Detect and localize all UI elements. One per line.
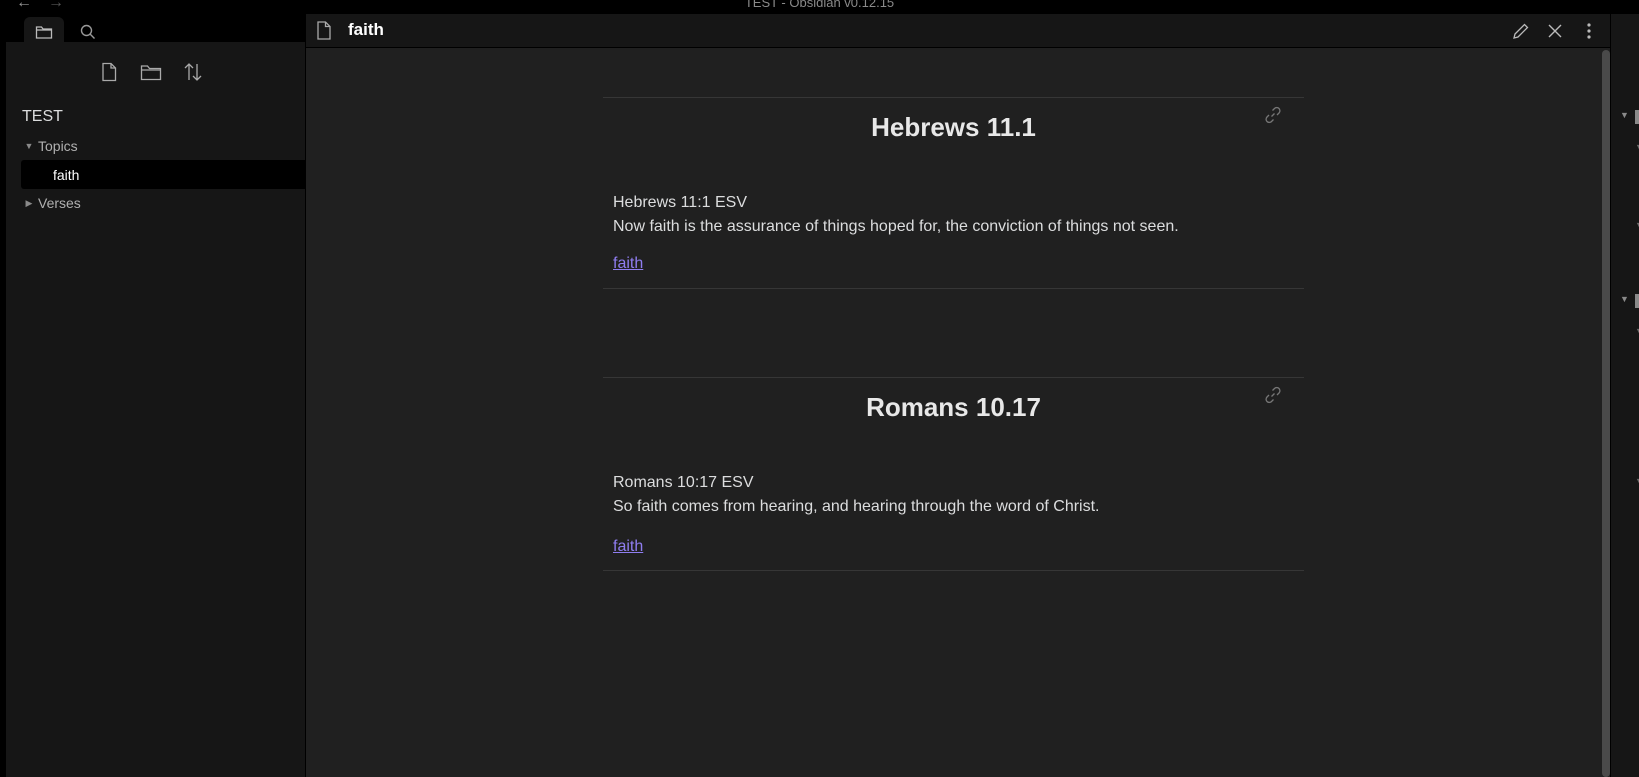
expand-triangle-icon[interactable]: ▶: [20, 198, 38, 209]
new-note-icon: [101, 62, 116, 82]
faith-link[interactable]: faith: [613, 255, 643, 273]
new-note-button[interactable]: [97, 60, 121, 84]
note-pane: faith Hebrews 11.1 Hebrews 11:1 ESV Now …: [306, 14, 1610, 777]
collapse-triangle-icon[interactable]: ▼: [1635, 142, 1639, 152]
pane-title[interactable]: faith: [348, 20, 384, 40]
close-button[interactable]: [1544, 20, 1566, 42]
folder-label: Verses: [38, 195, 81, 211]
embed-heading: Romans 10.17: [866, 392, 1041, 422]
search-icon: [80, 24, 95, 39]
vault-name[interactable]: TEST: [22, 108, 63, 126]
embedded-note: Hebrews 11.1 Hebrews 11:1 ESV Now faith …: [603, 97, 1304, 289]
verse-reference: Hebrews 11:1 ESV: [613, 194, 747, 211]
clipped-text-fragment: [1635, 110, 1639, 124]
folder-label: Topics: [38, 138, 78, 154]
collapse-triangle-icon[interactable]: ▼: [20, 141, 38, 151]
embedded-note: Romans 10.17 Romans 10:17 ESV So faith c…: [603, 377, 1304, 571]
more-options-button[interactable]: [1578, 20, 1600, 42]
clipped-text-fragment: [1635, 294, 1639, 308]
verse-text: So faith comes from hearing, and hearing…: [613, 498, 1100, 515]
verse-reference: Romans 10:17 ESV: [613, 474, 754, 491]
folder-verses[interactable]: ▶ Verses: [20, 189, 308, 217]
collapse-triangle-icon[interactable]: ▼: [1635, 476, 1639, 486]
close-icon: [1548, 24, 1562, 38]
window-title: TEST - Obsidian v0.12.15: [744, 0, 895, 10]
file-explorer-tab[interactable]: [24, 17, 64, 47]
sort-icon: [184, 63, 201, 81]
collapse-triangle-icon[interactable]: ▼: [1635, 220, 1639, 230]
more-options-icon: [1587, 23, 1591, 39]
embed-heading: Hebrews 11.1: [871, 112, 1036, 142]
document-icon[interactable]: [316, 21, 332, 45]
folder-topics[interactable]: ▼ Topics: [20, 132, 308, 160]
scrollbar-thumb[interactable]: [1602, 50, 1610, 777]
edit-button[interactable]: [1510, 20, 1532, 42]
pane-header: faith: [306, 14, 1610, 48]
new-folder-button[interactable]: [139, 60, 163, 84]
folder-icon: [35, 26, 53, 39]
sidebar-tabs: [6, 12, 305, 47]
collapse-triangle-icon[interactable]: ▼: [1620, 294, 1629, 304]
left-sidebar: TEST ▼ Topics faith ▶ Verses: [6, 12, 308, 777]
search-tab[interactable]: [68, 17, 108, 47]
pane-actions: [1510, 20, 1600, 42]
file-explorer-actions: [6, 60, 305, 90]
link-icon: [1265, 386, 1281, 404]
edit-icon: [1513, 23, 1529, 39]
right-sidebar: ▼ ▼ ▼ ▼ ▼ ▼: [1611, 14, 1639, 777]
title-bar: ← → TEST - Obsidian v0.12.15: [0, 0, 1639, 12]
file-faith[interactable]: faith: [21, 160, 308, 189]
new-folder-icon: [140, 65, 161, 81]
link-icon: [1265, 106, 1281, 124]
faith-link[interactable]: faith: [613, 538, 643, 556]
collapse-triangle-icon[interactable]: ▼: [1620, 110, 1629, 120]
open-link-button[interactable]: [1264, 386, 1282, 409]
open-link-button[interactable]: [1264, 106, 1282, 129]
collapse-triangle-icon[interactable]: ▼: [1635, 326, 1639, 336]
verse-text: Now faith is the assurance of things hop…: [613, 218, 1179, 235]
sort-button[interactable]: [181, 60, 205, 84]
